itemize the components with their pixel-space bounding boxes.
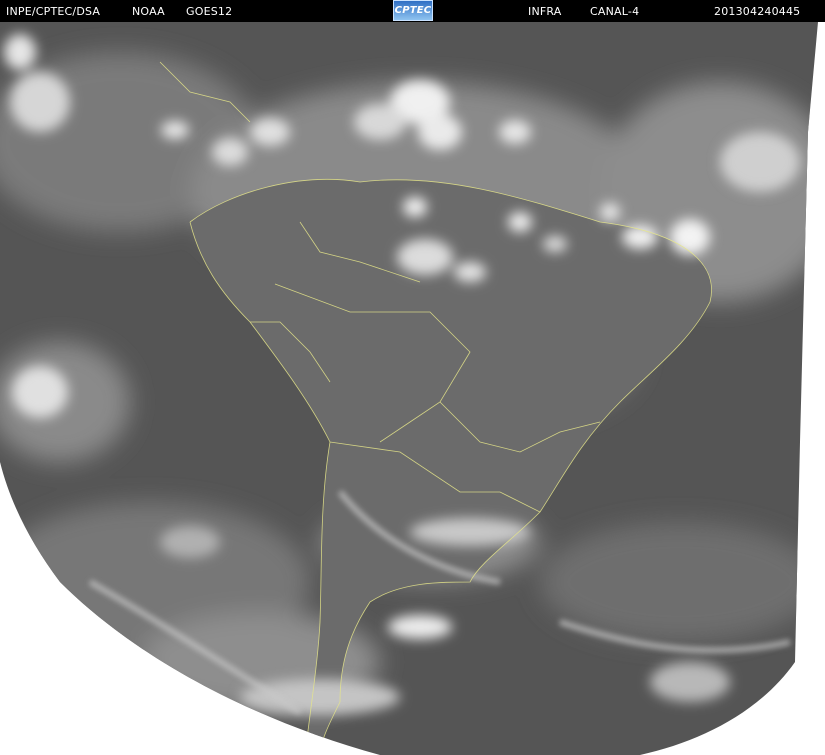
timestamp-label: 201304240445 (714, 5, 801, 18)
channel-label: CANAL-4 (590, 5, 640, 18)
logo-text: CPTEC (394, 5, 432, 16)
header-bar: INPE/CPTEC/DSA NOAA GOES12 CPTEC INFRA C… (0, 0, 825, 22)
satellite-label: GOES12 (186, 5, 233, 18)
earth-disk-svg (0, 22, 818, 755)
band-label: INFRA (528, 5, 562, 18)
satellite-image (0, 22, 825, 755)
cptec-logo: CPTEC (393, 0, 433, 21)
agency-label: NOAA (132, 5, 165, 18)
source-label: INPE/CPTEC/DSA (6, 5, 101, 18)
